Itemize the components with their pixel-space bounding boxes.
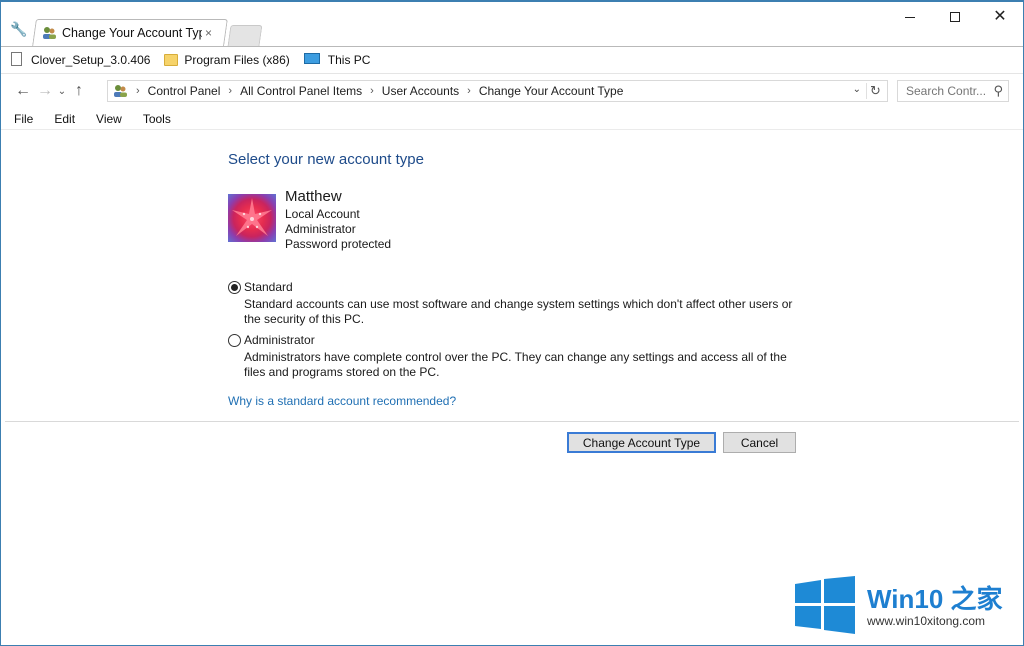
user-accounts-icon bbox=[41, 25, 57, 41]
recent-chevron-down-icon[interactable]: ⌄ bbox=[56, 86, 68, 97]
search-icon[interactable]: ⚲ bbox=[993, 83, 1003, 99]
user-accounts-icon bbox=[112, 83, 128, 99]
page-title: Select your new account type bbox=[228, 151, 424, 168]
menu-file[interactable]: File bbox=[11, 110, 36, 128]
account-role: Administrator bbox=[285, 222, 356, 236]
minimize-icon bbox=[905, 16, 915, 18]
computer-icon bbox=[303, 52, 322, 68]
bookmark-label: This PC bbox=[327, 53, 371, 67]
minimize-button[interactable] bbox=[887, 6, 933, 28]
menu-view[interactable]: View bbox=[93, 110, 125, 128]
navigation-bar: ← → ⌄ ↑ › Control Panel › All Control Pa… bbox=[1, 75, 1023, 107]
radio-button[interactable] bbox=[228, 280, 241, 294]
administrator-description: Administrators have complete control ove… bbox=[244, 350, 787, 379]
close-button[interactable]: ✕ bbox=[977, 6, 1023, 28]
bookmarks-bar: Clover_Setup_3.0.406 Program Files (x86)… bbox=[1, 46, 1023, 74]
user-avatar bbox=[228, 194, 276, 242]
breadcrumb-current[interactable]: Change Your Account Type bbox=[479, 84, 624, 98]
breadcrumb-separator: › bbox=[228, 85, 233, 97]
bookmark-program-files[interactable]: Program Files (x86) bbox=[164, 52, 290, 68]
close-icon: ✕ bbox=[993, 8, 1007, 25]
change-account-type-button[interactable]: Change Account Type bbox=[567, 432, 716, 453]
address-bar[interactable]: › Control Panel › All Control Panel Item… bbox=[107, 80, 888, 102]
bookmark-this-pc[interactable]: This PC bbox=[303, 52, 371, 68]
breadcrumb-separator: › bbox=[370, 85, 374, 97]
account-password-status: Password protected bbox=[285, 237, 392, 251]
main-content: Select your new account type Matthew Loc… bbox=[1, 130, 1023, 645]
breadcrumb-user-accounts[interactable]: User Accounts bbox=[382, 84, 459, 98]
radio-standard[interactable]: Standard bbox=[228, 280, 293, 294]
tab-change-account-type[interactable]: Change Your Account Type × bbox=[41, 20, 221, 46]
cancel-button[interactable]: Cancel bbox=[723, 432, 796, 453]
folder-icon bbox=[164, 52, 179, 68]
new-tab-button[interactable] bbox=[227, 25, 263, 46]
radio-administrator-label[interactable]: Administrator bbox=[244, 333, 315, 347]
watermark-url: www.win10xitong.com bbox=[867, 614, 986, 628]
menu-tools[interactable]: Tools bbox=[140, 110, 174, 128]
menu-edit[interactable]: Edit bbox=[51, 110, 78, 128]
forward-arrow-icon[interactable]: → bbox=[34, 82, 56, 100]
account-location: Local Account bbox=[285, 207, 360, 221]
back-arrow-icon[interactable]: ← bbox=[12, 82, 34, 100]
file-icon bbox=[11, 52, 25, 68]
maximize-icon bbox=[950, 12, 960, 23]
maximize-button[interactable] bbox=[932, 6, 978, 28]
menu-bar: File Edit View Tools bbox=[1, 108, 1023, 130]
address-dropdown-chevron-icon[interactable]: ⌄ bbox=[853, 84, 861, 95]
up-arrow-icon[interactable]: ↑ bbox=[68, 82, 90, 100]
bookmark-clover-setup[interactable]: Clover_Setup_3.0.406 bbox=[11, 52, 150, 68]
tab-title: Change Your Account Type bbox=[62, 26, 202, 40]
refresh-icon[interactable]: ↻ bbox=[866, 83, 884, 99]
bookmark-label: Clover_Setup_3.0.406 bbox=[31, 53, 151, 67]
search-box[interactable]: ⚲ bbox=[897, 80, 1009, 102]
breadcrumb-separator: › bbox=[467, 85, 471, 97]
title-bar: 🔧 Change Your Account Type × ✕ bbox=[1, 2, 1023, 46]
radio-button[interactable] bbox=[228, 333, 241, 347]
user-name: Matthew bbox=[285, 188, 342, 205]
bookmark-label: Program Files (x86) bbox=[184, 53, 290, 67]
watermark-brand: Win10 之家 bbox=[867, 584, 1003, 614]
windows-logo-watermark bbox=[795, 576, 855, 634]
standard-description: Standard accounts can use most software … bbox=[244, 297, 793, 326]
divider bbox=[5, 421, 1019, 422]
radio-administrator[interactable]: Administrator bbox=[228, 333, 315, 347]
tab-close-icon[interactable]: × bbox=[205, 26, 212, 40]
why-standard-link[interactable]: Why is a standard account recommended? bbox=[228, 394, 456, 408]
breadcrumb-control-panel[interactable]: Control Panel bbox=[148, 84, 221, 98]
wrench-icon[interactable]: 🔧 bbox=[10, 21, 27, 37]
explorer-window: 🔧 Change Your Account Type × ✕ Clover_Se… bbox=[0, 0, 1024, 646]
breadcrumb-all-items[interactable]: All Control Panel Items bbox=[240, 84, 362, 98]
radio-standard-label[interactable]: Standard bbox=[244, 280, 293, 294]
search-input[interactable] bbox=[906, 84, 986, 98]
breadcrumb-separator: › bbox=[136, 85, 140, 97]
